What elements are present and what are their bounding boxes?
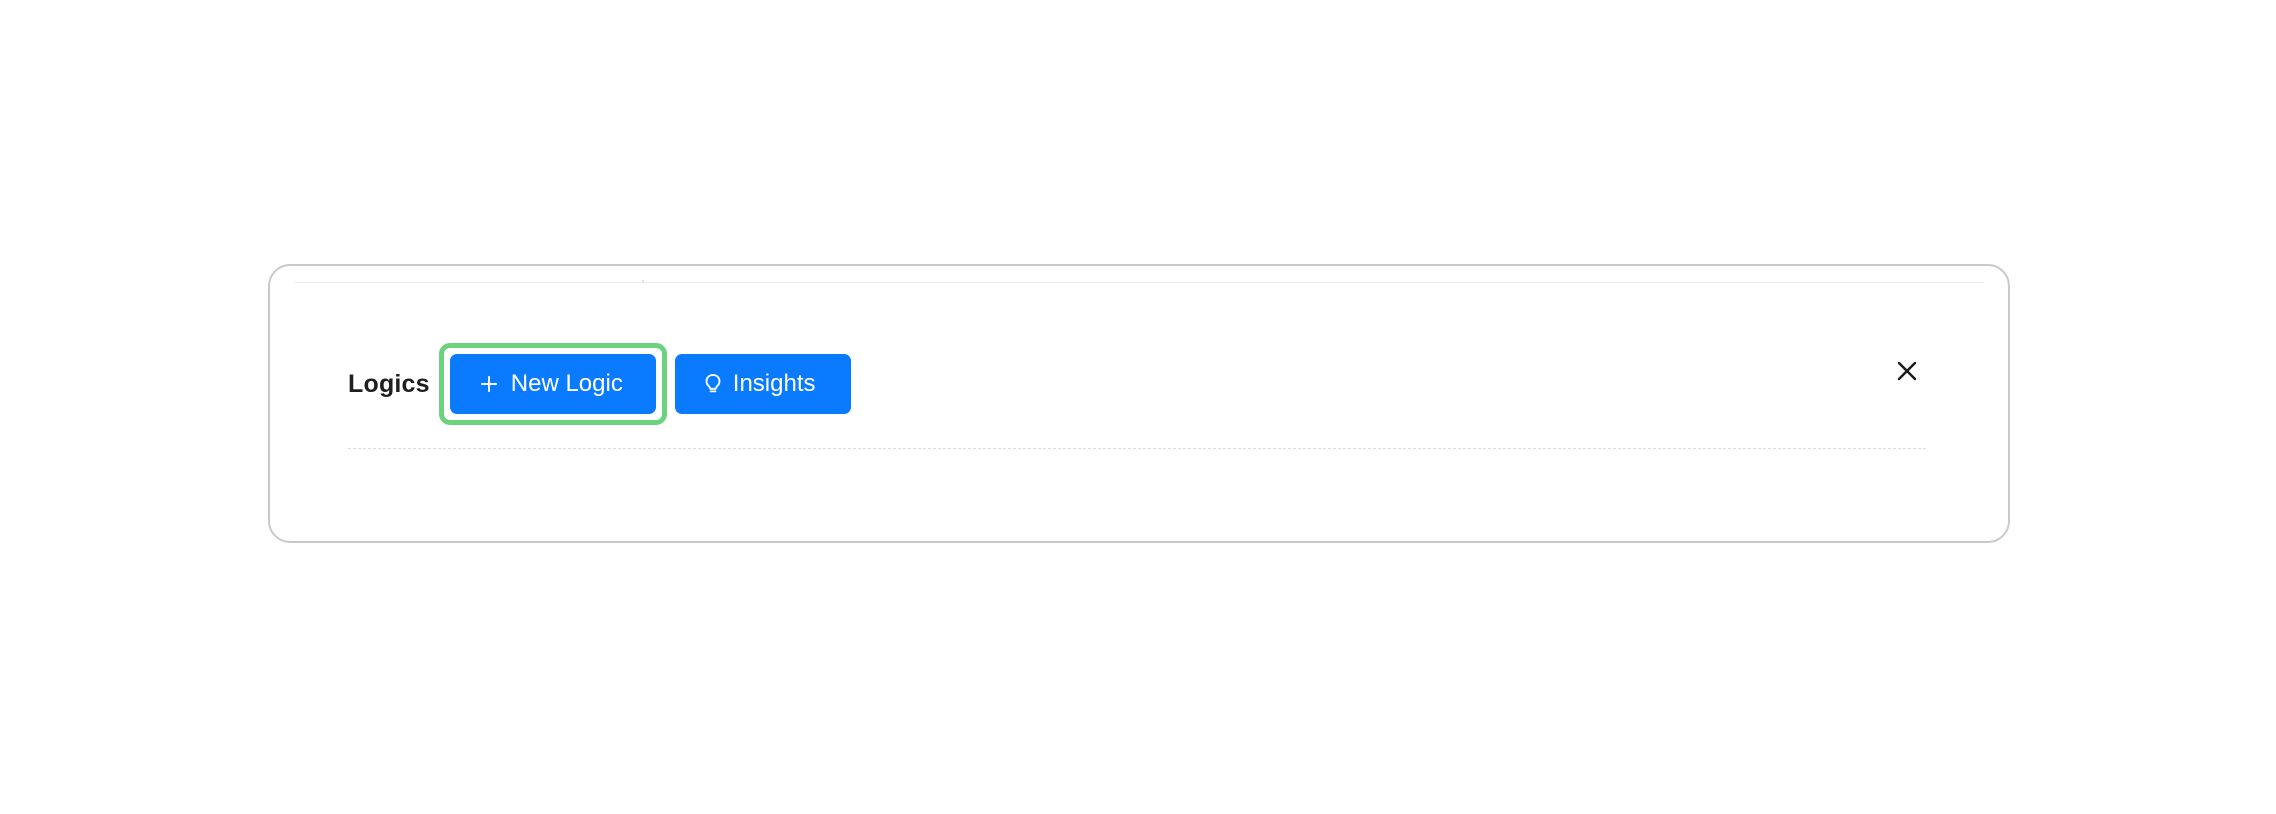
new-logic-label: New Logic	[510, 370, 623, 397]
page: Logics New Logic Insights	[0, 0, 2276, 814]
lightbulb-icon	[704, 373, 722, 395]
close-button[interactable]	[1894, 360, 1920, 386]
logics-panel: Logics New Logic Insights	[268, 264, 2010, 543]
new-logic-button[interactable]: New Logic	[449, 354, 656, 414]
panel-top-divider	[294, 282, 1984, 283]
logics-toolbar: Logics New Logic Insights	[348, 343, 851, 425]
new-logic-focus-ring: New Logic	[438, 343, 667, 425]
insights-label: Insights	[732, 370, 816, 397]
close-icon	[1896, 360, 1918, 387]
toolbar-divider	[348, 448, 1926, 449]
panel-title: Logics	[348, 370, 430, 398]
insights-button[interactable]: Insights	[674, 354, 851, 414]
plus-icon	[480, 373, 498, 395]
panel-top-tick	[642, 280, 644, 282]
